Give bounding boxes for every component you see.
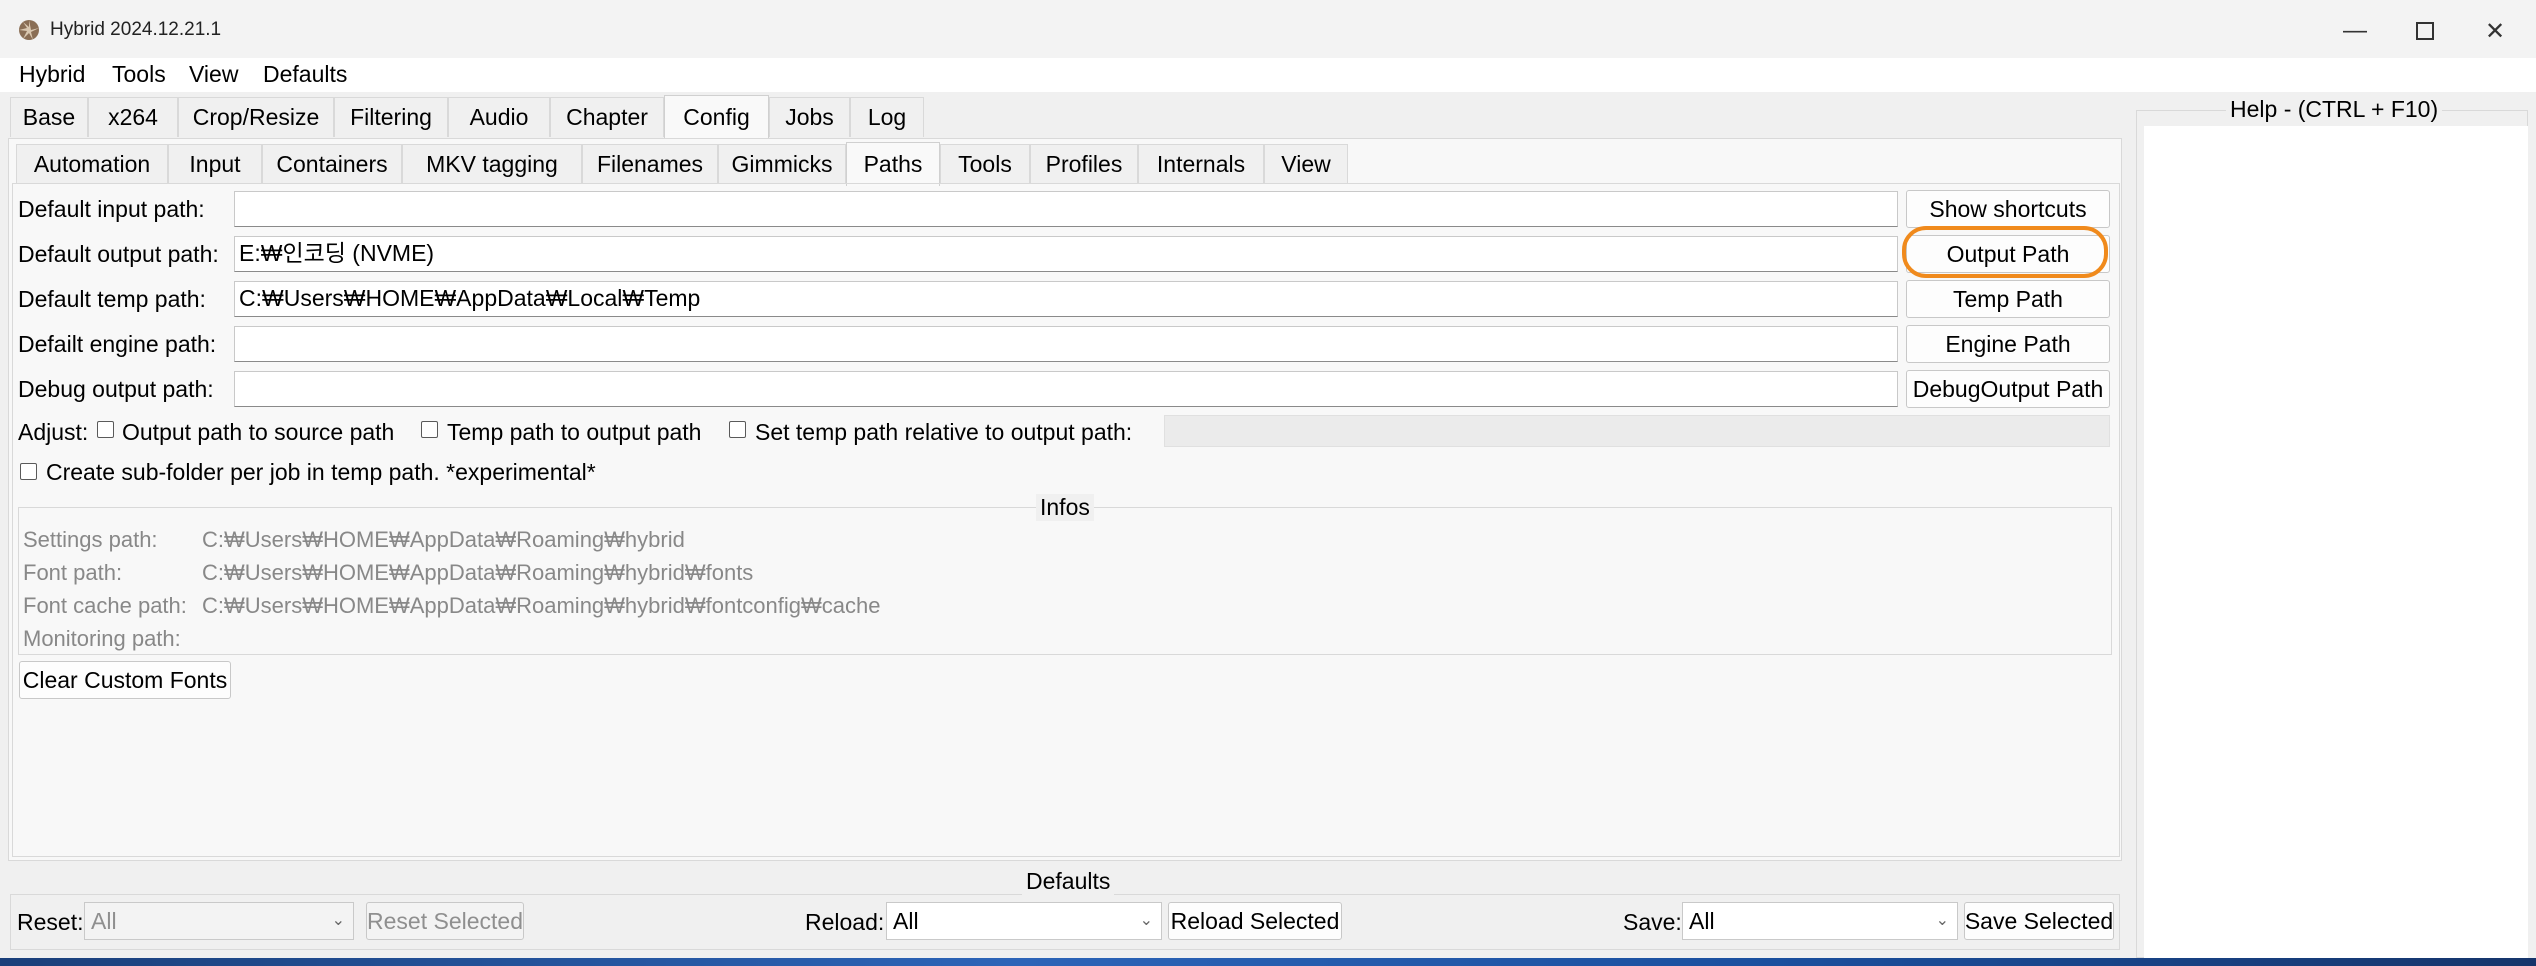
default-engine-path-label: Defailt engine path: xyxy=(18,331,217,357)
save-label: Save: xyxy=(1623,909,1682,935)
default-temp-path-label: Default temp path: xyxy=(18,286,206,312)
debug-output-path-label: Debug output path: xyxy=(18,376,214,402)
infos-title: Infos xyxy=(1036,494,1094,521)
subtab-view[interactable]: View xyxy=(1264,144,1348,184)
tab-filtering[interactable]: Filtering xyxy=(334,97,448,137)
subtab-paths[interactable]: Paths xyxy=(846,142,940,186)
settings-path-label: Settings path: xyxy=(23,527,158,552)
help-title: Help - (CTRL + F10) xyxy=(2226,96,2443,123)
subtab-mkv-tagging[interactable]: MKV tagging xyxy=(402,144,582,184)
font-cache-path-label: Font cache path: xyxy=(23,593,187,618)
tab-chapter[interactable]: Chapter xyxy=(550,97,664,137)
temp-relative-label[interactable]: Set temp path relative to output path: xyxy=(755,419,1132,446)
default-output-path-label: Default output path: xyxy=(18,241,219,267)
reload-selected-button[interactable]: Reload Selected xyxy=(1168,902,1342,940)
default-input-path-field[interactable] xyxy=(234,191,1898,227)
temp-to-output-checkbox[interactable] xyxy=(421,421,438,438)
tab-crop-resize[interactable]: Crop/Resize xyxy=(178,97,334,137)
subtab-tools[interactable]: Tools xyxy=(940,144,1030,184)
tab-x264[interactable]: x264 xyxy=(88,97,178,137)
default-input-path-label: Default input path: xyxy=(18,196,205,222)
tab-base[interactable]: Base xyxy=(10,97,88,137)
tab-jobs[interactable]: Jobs xyxy=(769,97,850,137)
debug-output-path-field[interactable] xyxy=(234,371,1898,407)
debug-output-path-button[interactable]: DebugOutput Path xyxy=(1906,370,2110,408)
save-selected-button[interactable]: Save Selected xyxy=(1964,902,2114,940)
chevron-down-icon: ⌄ xyxy=(331,912,345,929)
reload-select-value: All xyxy=(893,908,919,934)
maximize-button[interactable] xyxy=(2390,12,2460,50)
menu-defaults[interactable]: Defaults xyxy=(263,61,347,88)
subtab-profiles[interactable]: Profiles xyxy=(1030,144,1138,184)
clear-custom-fonts-button[interactable]: Clear Custom Fonts xyxy=(19,661,231,699)
chevron-down-icon: ⌄ xyxy=(1139,912,1153,929)
reset-select-value: All xyxy=(91,908,117,934)
create-subfolder-checkbox[interactable] xyxy=(20,463,37,480)
font-path-value: C:₩Users₩HOME₩AppData₩Roaming₩hybrid₩fon… xyxy=(202,560,754,585)
engine-path-button[interactable]: Engine Path xyxy=(1906,325,2110,363)
menu-tools[interactable]: Tools xyxy=(112,61,166,88)
tab-log[interactable]: Log xyxy=(850,97,924,137)
temp-relative-checkbox[interactable] xyxy=(729,421,746,438)
subtab-gimmicks[interactable]: Gimmicks xyxy=(718,144,846,184)
minimize-icon: — xyxy=(2343,17,2367,44)
subtab-containers[interactable]: Containers xyxy=(262,144,402,184)
menu-view[interactable]: View xyxy=(189,61,238,88)
monitoring-path-label: Monitoring path: xyxy=(23,626,181,651)
app-window: Hybrid 2024.12.21.1 — ✕ Hybrid Tools Vie… xyxy=(0,0,2536,958)
temp-relative-field xyxy=(1164,415,2110,447)
window-title: Hybrid 2024.12.21.1 xyxy=(50,19,222,40)
temp-to-output-label[interactable]: Temp path to output path xyxy=(447,419,701,446)
default-output-path-field[interactable]: E:₩인코딩 (NVME) xyxy=(234,236,1898,272)
subtab-filenames[interactable]: Filenames xyxy=(582,144,718,184)
minimize-button[interactable]: — xyxy=(2320,12,2390,50)
title-bar: Hybrid 2024.12.21.1 — ✕ xyxy=(0,0,2536,60)
reset-label: Reset: xyxy=(17,909,84,935)
reload-select[interactable]: All ⌄ xyxy=(886,902,1162,940)
output-to-source-checkbox[interactable] xyxy=(97,421,114,438)
default-engine-path-field[interactable] xyxy=(234,326,1898,362)
highlight-ring xyxy=(1902,226,2108,278)
adjust-label: Adjust: xyxy=(18,419,89,445)
defaults-title: Defaults xyxy=(1022,868,1115,895)
temp-path-button[interactable]: Temp Path xyxy=(1906,280,2110,318)
menu-bar: Hybrid Tools View Defaults xyxy=(0,58,2536,92)
tab-audio[interactable]: Audio xyxy=(448,97,550,137)
reset-select[interactable]: All ⌄ xyxy=(84,902,354,940)
subtab-automation[interactable]: Automation xyxy=(16,144,168,184)
output-to-source-label[interactable]: Output path to source path xyxy=(122,419,394,446)
default-temp-path-field[interactable]: C:₩Users₩HOME₩AppData₩Local₩Temp xyxy=(234,281,1898,317)
show-shortcuts-button[interactable]: Show shortcuts xyxy=(1906,190,2110,228)
reset-selected-button[interactable]: Reset Selected xyxy=(366,902,524,940)
menu-hybrid[interactable]: Hybrid xyxy=(19,61,85,88)
save-select-value: All xyxy=(1689,908,1715,934)
font-cache-path-value: C:₩Users₩HOME₩AppData₩Roaming₩hybrid₩fon… xyxy=(202,593,881,618)
font-path-label: Font path: xyxy=(23,560,123,585)
subtab-internals[interactable]: Internals xyxy=(1138,144,1264,184)
close-icon: ✕ xyxy=(2484,17,2506,45)
settings-path-value: C:₩Users₩HOME₩AppData₩Roaming₩hybrid xyxy=(202,527,685,552)
save-select[interactable]: All ⌄ xyxy=(1682,902,1958,940)
maximize-icon xyxy=(2416,22,2434,40)
close-button[interactable]: ✕ xyxy=(2460,12,2530,50)
tab-config[interactable]: Config xyxy=(664,95,769,139)
create-subfolder-label[interactable]: Create sub-folder per job in temp path. … xyxy=(46,459,596,486)
chevron-down-icon: ⌄ xyxy=(1935,912,1949,929)
hybrid-app-icon xyxy=(19,20,39,40)
subtab-input[interactable]: Input xyxy=(168,144,262,184)
reload-label: Reload: xyxy=(805,909,885,935)
help-content xyxy=(2144,126,2528,958)
